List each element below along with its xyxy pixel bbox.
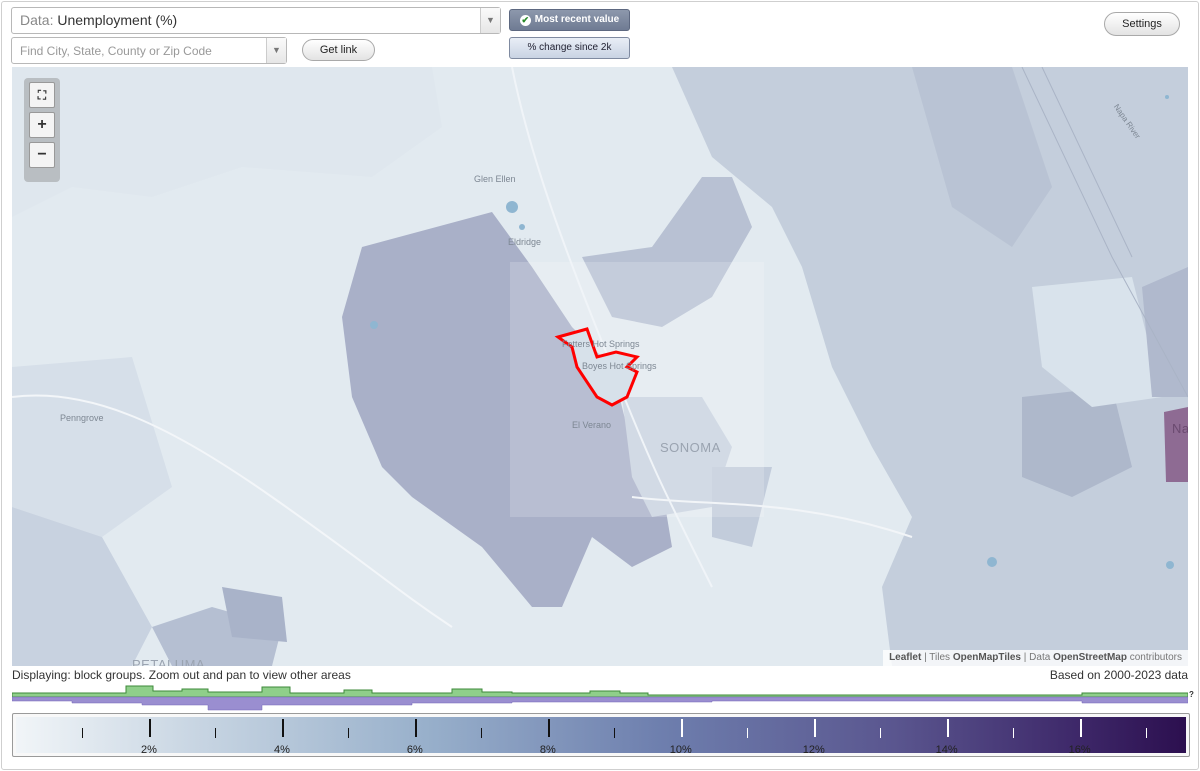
check-icon: ✔ (519, 15, 531, 26)
toggle-recent-label: Most recent value (534, 14, 620, 25)
legend-major-tick (813, 719, 816, 737)
zoom-out-button[interactable]: − (29, 142, 55, 168)
legend-minor-tick (880, 728, 882, 738)
legend-minor-tick (614, 728, 616, 738)
place-label-fetters: Fetters Hot Springs (562, 339, 640, 349)
legend-tick-label: 10% (669, 744, 692, 756)
chevron-down-icon[interactable]: ▼ (480, 8, 500, 33)
search-field[interactable]: ▼ (11, 37, 287, 64)
place-label-napa: Na (1172, 421, 1188, 436)
legend-major-tick (946, 719, 949, 737)
most-recent-value-toggle[interactable]: ✔ Most recent value (509, 9, 630, 31)
data-range-status: Based on 2000-2023 data (1049, 668, 1188, 682)
place-label-penngrove: Penngrove (60, 413, 104, 423)
legend-tick-label: 12% (802, 744, 825, 756)
legend-major-tick (680, 719, 683, 737)
legend-minor-tick (82, 728, 84, 738)
openmaptiles-link[interactable]: OpenMapTiles (953, 652, 1021, 663)
legend-major-tick (547, 719, 550, 737)
legend-tick-label: 14% (935, 744, 958, 756)
histogram[interactable] (12, 683, 1188, 711)
data-select-value: Unemployment (%) (57, 12, 178, 28)
legend-tick-label: 6% (406, 744, 423, 756)
attribution-tiles-label: Tiles (929, 652, 951, 663)
legend-minor-tick (1013, 728, 1015, 738)
fit-bounds-icon[interactable]: ⛶ (29, 82, 55, 108)
attribution-contributors-label: contributors (1129, 652, 1182, 663)
get-link-button[interactable]: Get link (302, 39, 375, 61)
color-legend: 2% 4% 6% 8% 10% 12% 14% 16% (12, 713, 1190, 757)
place-label-glen-ellen: Glen Ellen (474, 174, 516, 184)
attribution-data-label: Data (1029, 652, 1051, 663)
legend-gradient: 2% 4% 6% 8% 10% 12% 14% 16% (16, 717, 1186, 756)
legend-major-tick (281, 719, 284, 737)
legend-minor-tick (215, 728, 217, 738)
legend-tick-label: 2% (141, 744, 157, 756)
data-select-prefix: Data: (20, 12, 54, 28)
leaflet-link[interactable]: Leaflet (889, 652, 921, 663)
place-label-sonoma: SONOMA (660, 440, 721, 455)
openstreetmap-link[interactable]: OpenStreetMap (1053, 652, 1127, 663)
legend-minor-tick (1146, 728, 1148, 738)
display-status: Displaying: block groups. Zoom out and p… (12, 668, 351, 682)
map-attribution: Leaflet | Tiles OpenMapTiles | Data Open… (883, 650, 1188, 666)
chevron-down-icon[interactable]: ▼ (266, 38, 286, 63)
zoom-in-button[interactable]: + (29, 112, 55, 138)
histogram-help[interactable]: ? (1189, 690, 1194, 699)
legend-major-tick (148, 719, 151, 737)
legend-minor-tick (348, 728, 350, 738)
place-label-boyes: Boyes Hot Springs (582, 361, 657, 371)
data-select[interactable]: Data: Unemployment (%) ▼ (11, 7, 501, 34)
legend-minor-tick (747, 728, 749, 738)
settings-button[interactable]: Settings (1104, 12, 1180, 36)
legend-tick-label: 16% (1068, 744, 1091, 756)
legend-major-tick (414, 719, 417, 737)
percent-change-toggle[interactable]: % change since 2k (509, 37, 630, 59)
legend-tick-label: 4% (273, 744, 290, 756)
search-input[interactable] (12, 38, 262, 63)
legend-major-tick (1079, 719, 1082, 737)
place-label-eldridge: Eldridge (508, 237, 542, 247)
legend-minor-tick (481, 728, 483, 738)
place-label-petaluma: PETALUMA (132, 657, 206, 666)
legend-tick-label: 8% (539, 744, 556, 756)
place-label-el-verano: El Verano (572, 420, 612, 430)
zoom-control: ⛶ + − (24, 78, 60, 182)
map[interactable]: Glen Ellen Eldridge Fetters Hot Springs … (12, 67, 1188, 666)
